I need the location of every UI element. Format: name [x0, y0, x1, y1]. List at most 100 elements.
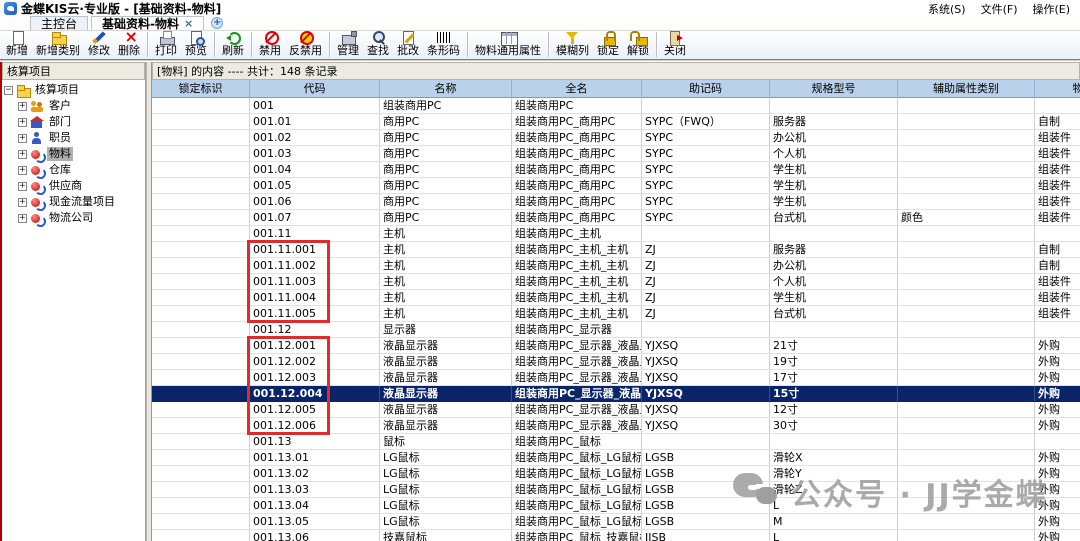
table-cell[interactable]: 组装商用PC_显示器_液晶显示器	[512, 370, 642, 386]
table-cell[interactable]: 学生机	[770, 290, 898, 306]
table-cell[interactable]: YJXSQ	[642, 354, 770, 370]
sidebar-item[interactable]: +物流公司	[2, 210, 145, 226]
expand-icon[interactable]: +	[18, 102, 27, 111]
table-cell[interactable]: 商用PC	[380, 146, 512, 162]
table-cell[interactable]: YJXSQ	[642, 418, 770, 434]
table-row[interactable]: 001.13.05LG鼠标组装商用PC_鼠标_LG鼠标LGSBM外购	[152, 514, 1080, 530]
table-cell[interactable]: 001.13.05	[250, 514, 380, 530]
table-cell[interactable]: 001.11.004	[250, 290, 380, 306]
table-cell[interactable]: 组装件	[1035, 130, 1080, 146]
table-cell[interactable]: 001.13.02	[250, 466, 380, 482]
toolbar-button-manage[interactable]: 管理	[333, 30, 363, 58]
table-cell[interactable]	[770, 226, 898, 242]
table-cell[interactable]: 001.13.01	[250, 450, 380, 466]
table-cell[interactable]	[152, 162, 250, 178]
table-cell[interactable]: 外购	[1035, 402, 1080, 418]
table-cell[interactable]: 外购	[1035, 498, 1080, 514]
table-cell[interactable]	[898, 242, 1035, 258]
tab-close-icon[interactable]: ×	[184, 19, 193, 29]
sidebar-item[interactable]: +物料	[2, 146, 145, 162]
table-cell[interactable]: 个人机	[770, 146, 898, 162]
table-cell[interactable]	[898, 162, 1035, 178]
table-cell[interactable]: 组装件	[1035, 146, 1080, 162]
toolbar-button-preview[interactable]: 预览	[181, 30, 211, 58]
table-cell[interactable]: 学生机	[770, 178, 898, 194]
column-header[interactable]: 名称	[380, 80, 512, 98]
table-cell[interactable]: 办公机	[770, 130, 898, 146]
table-cell[interactable]: 外购	[1035, 338, 1080, 354]
table-cell[interactable]: 组装商用PC_主机	[512, 226, 642, 242]
table-cell[interactable]	[642, 434, 770, 450]
table-cell[interactable]: 12寸	[770, 402, 898, 418]
toolbar-button-print[interactable]: 打印	[151, 30, 181, 58]
table-row[interactable]: 001.01商用PC组装商用PC_商用PCSYPC（FWQ）服务器自制	[152, 114, 1080, 130]
expand-icon[interactable]: +	[18, 166, 27, 175]
table-cell[interactable]	[898, 354, 1035, 370]
table-cell[interactable]	[1035, 434, 1080, 450]
table-cell[interactable]: 滑轮Y	[770, 466, 898, 482]
table-cell[interactable]: ZJ	[642, 290, 770, 306]
table-cell[interactable]: 组装商用PC_显示器_液晶显示器	[512, 402, 642, 418]
table-cell[interactable]: SYPC	[642, 146, 770, 162]
table-cell[interactable]: 技嘉鼠标	[380, 530, 512, 541]
table-cell[interactable]: SYPC	[642, 162, 770, 178]
table-cell[interactable]: 001.12.001	[250, 338, 380, 354]
toolbar-button-search[interactable]: 查找	[363, 30, 393, 58]
table-cell[interactable]: YJXSQ	[642, 386, 770, 402]
table-cell[interactable]	[898, 98, 1035, 114]
table-cell[interactable]: 19寸	[770, 354, 898, 370]
table-cell[interactable]: 外购	[1035, 482, 1080, 498]
table-cell[interactable]: 液晶显示器	[380, 370, 512, 386]
table-cell[interactable]: 组装件	[1035, 194, 1080, 210]
table-cell[interactable]: 组装商用PC_显示器	[512, 322, 642, 338]
table-cell[interactable]	[770, 434, 898, 450]
table-cell[interactable]: 001.12	[250, 322, 380, 338]
table-cell[interactable]: LGSB	[642, 514, 770, 530]
table-cell[interactable]	[898, 370, 1035, 386]
table-row[interactable]: 001.13.02LG鼠标组装商用PC_鼠标_LG鼠标LGSB滑轮Y外购	[152, 466, 1080, 482]
table-row[interactable]: 001.12.003液晶显示器组装商用PC_显示器_液晶显示器YJXSQ17寸外…	[152, 370, 1080, 386]
table-cell[interactable]: LG鼠标	[380, 466, 512, 482]
table-cell[interactable]: LGSB	[642, 498, 770, 514]
table-cell[interactable]	[898, 178, 1035, 194]
table-cell[interactable]	[898, 306, 1035, 322]
table-cell[interactable]: 外购	[1035, 514, 1080, 530]
table-row[interactable]: 001.12.001液晶显示器组装商用PC_显示器_液晶显示器YJXSQ21寸外…	[152, 338, 1080, 354]
table-cell[interactable]	[898, 434, 1035, 450]
table-cell[interactable]: LG鼠标	[380, 482, 512, 498]
expand-icon[interactable]: +	[18, 198, 27, 207]
table-cell[interactable]: 液晶显示器	[380, 338, 512, 354]
table-row[interactable]: 001.13鼠标组装商用PC_鼠标	[152, 434, 1080, 450]
column-header[interactable]: 锁定标识	[152, 80, 250, 98]
table-cell[interactable]: 外购	[1035, 450, 1080, 466]
table-cell[interactable]: 组装商用PC_显示器_液晶显示器	[512, 354, 642, 370]
table-cell[interactable]: SYPC	[642, 178, 770, 194]
table-cell[interactable]: L	[770, 530, 898, 541]
sidebar-item[interactable]: −核算项目	[2, 82, 145, 98]
table-cell[interactable]: L	[770, 498, 898, 514]
table-cell[interactable]: 001.04	[250, 162, 380, 178]
table-cell[interactable]: 学生机	[770, 194, 898, 210]
table-cell[interactable]: 组装商用PC_显示器_液晶显示器	[512, 418, 642, 434]
table-cell[interactable]: 外购	[1035, 418, 1080, 434]
table-row[interactable]: 001.11.003主机组装商用PC_主机_主机ZJ个人机组装件	[152, 274, 1080, 290]
table-cell[interactable]	[152, 210, 250, 226]
table-cell[interactable]	[898, 386, 1035, 402]
table-cell[interactable]: LG鼠标	[380, 498, 512, 514]
table-cell[interactable]	[152, 130, 250, 146]
column-header[interactable]: 物料属性	[1035, 80, 1080, 98]
table-cell[interactable]: 自制	[1035, 258, 1080, 274]
table-row[interactable]: 001.02商用PC组装商用PC_商用PCSYPC办公机组装件	[152, 130, 1080, 146]
toolbar-button-lock[interactable]: 锁定	[593, 30, 623, 58]
table-cell[interactable]	[898, 482, 1035, 498]
table-cell[interactable]: 001.13	[250, 434, 380, 450]
table-cell[interactable]: 组装商用PC_显示器_液晶显示器	[512, 338, 642, 354]
table-cell[interactable]: 组装商用PC_商用PC	[512, 194, 642, 210]
table-cell[interactable]: 001.11.005	[250, 306, 380, 322]
table-cell[interactable]: ZJ	[642, 242, 770, 258]
table-row[interactable]: 001.12.005液晶显示器组装商用PC_显示器_液晶显示器YJXSQ12寸外…	[152, 402, 1080, 418]
table-cell[interactable]	[152, 482, 250, 498]
table-cell[interactable]: SYPC	[642, 210, 770, 226]
table-cell[interactable]: 组装商用PC_鼠标	[512, 434, 642, 450]
sidebar-item[interactable]: +现金流量项目	[2, 194, 145, 210]
